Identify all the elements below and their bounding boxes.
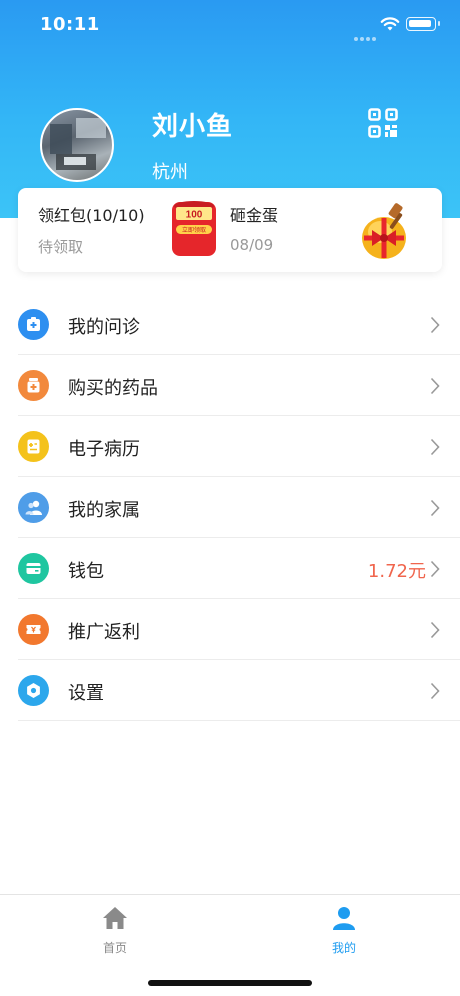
tab-home-label: 首页 <box>102 941 127 955</box>
home-icon <box>103 907 127 929</box>
chevron-right-icon <box>430 682 440 700</box>
wifi-icon <box>380 17 400 31</box>
status-time: 10:11 <box>40 14 100 35</box>
qr-code-icon[interactable] <box>368 108 398 138</box>
home-indicator <box>148 980 312 986</box>
rebate-icon <box>18 614 49 645</box>
menu-list: 我的问诊 购买的药品 电子病历 我的家属 钱包 1.72元 推广返利 设置 <box>0 294 460 721</box>
record-icon <box>18 431 49 462</box>
battery-icon <box>406 17 440 31</box>
chevron-right-icon <box>430 560 440 578</box>
menu-item-label: 我的家属 <box>68 500 140 521</box>
golden-egg-count: 08/09 <box>230 236 274 254</box>
chevron-right-icon <box>430 499 440 517</box>
menu-item-medicine[interactable]: 购买的药品 <box>0 355 460 416</box>
promo-card: 领红包(10/10) 待领取 100 立即领取 砸金蛋 08/09 <box>18 188 442 272</box>
menu-item-family[interactable]: 我的家属 <box>0 477 460 538</box>
svg-text:100: 100 <box>186 210 203 221</box>
consultation-icon <box>18 309 49 340</box>
wallet-balance: 1.72元 <box>367 561 426 582</box>
red-packet-icon: 100 立即领取 <box>172 201 216 256</box>
chevron-right-icon <box>430 438 440 456</box>
medicine-icon <box>18 370 49 401</box>
menu-item-wallet[interactable]: 钱包 1.72元 <box>0 538 460 599</box>
chevron-right-icon <box>430 621 440 639</box>
menu-item-label: 推广返利 <box>68 622 140 643</box>
menu-item-label: 我的问诊 <box>68 317 140 338</box>
avatar[interactable] <box>40 108 114 182</box>
golden-egg-title: 砸金蛋 <box>230 206 279 225</box>
wallet-icon <box>18 553 49 584</box>
menu-item-consultation[interactable]: 我的问诊 <box>0 294 460 355</box>
svg-text:立即领取: 立即领取 <box>182 226 206 234</box>
chevron-right-icon <box>430 316 440 334</box>
golden-egg-icon <box>362 203 406 259</box>
settings-icon <box>18 675 49 706</box>
menu-item-medical-record[interactable]: 电子病历 <box>0 416 460 477</box>
tab-home[interactable]: 首页 <box>55 895 175 965</box>
status-bar: 10:11 <box>0 0 460 50</box>
family-icon <box>18 492 49 523</box>
signal-dots-icon <box>354 26 378 45</box>
menu-item-label: 购买的药品 <box>68 378 158 399</box>
profile-header: 10:11 刘小鱼 杭州 <box>0 0 460 218</box>
person-icon <box>333 907 355 930</box>
menu-item-label: 设置 <box>68 683 104 704</box>
red-packet-status: 待领取 <box>38 238 84 256</box>
red-packet-title: 领红包(10/10) <box>38 206 145 225</box>
user-name: 刘小鱼 <box>152 112 234 142</box>
menu-item-rebate[interactable]: 推广返利 <box>0 599 460 660</box>
menu-item-label: 电子病历 <box>68 439 140 460</box>
tab-mine-label: 我的 <box>331 941 356 955</box>
menu-item-label: 钱包 <box>68 561 104 582</box>
tab-mine[interactable]: 我的 <box>284 895 404 965</box>
menu-item-settings[interactable]: 设置 <box>0 660 460 721</box>
user-city: 杭州 <box>152 162 188 183</box>
chevron-right-icon <box>430 377 440 395</box>
